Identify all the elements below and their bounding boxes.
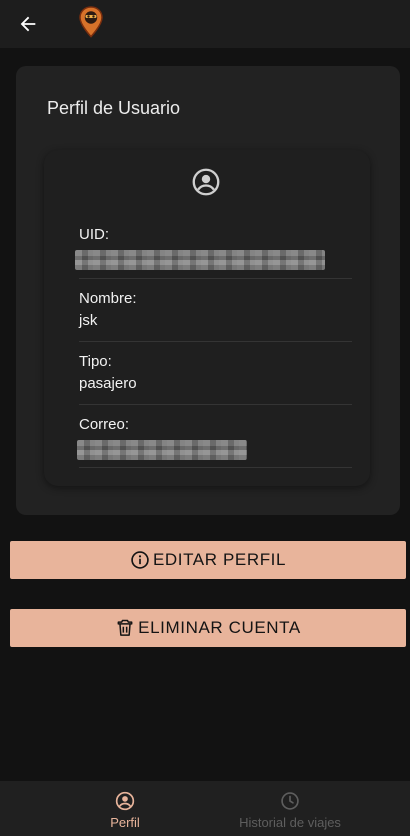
account-circle-icon (192, 168, 220, 196)
type-value: pasajero (79, 375, 137, 392)
delete-account-button[interactable]: ELIMINAR CUENTA (10, 609, 406, 647)
type-label: Tipo: (79, 353, 112, 370)
nav-label-profile: Perfil (110, 815, 140, 830)
app-logo-pin-icon (79, 6, 103, 38)
name-label: Nombre: (79, 290, 137, 307)
divider (79, 341, 352, 342)
nav-item-history[interactable]: Historial de viajes (225, 781, 355, 836)
edit-profile-label: EDITAR PERFIL (152, 550, 287, 569)
name-field: Nombre: jsk (79, 290, 352, 330)
edit-profile-button[interactable]: EDITAR PERFIL (10, 541, 406, 579)
clock-icon (281, 792, 299, 810)
uid-label: UID: (79, 226, 109, 243)
back-button[interactable] (14, 10, 42, 38)
divider (79, 404, 352, 405)
nav-item-profile[interactable]: Perfil (85, 781, 165, 836)
account-circle-icon (115, 791, 135, 811)
info-circle-icon (131, 551, 149, 569)
divider (79, 278, 352, 279)
app-bar (0, 0, 410, 48)
nav-label-history: Historial de viajes (239, 815, 341, 830)
profile-title: Perfil de Usuario (47, 98, 181, 118)
profile-card: Perfil de Usuario UID: Nombre: jsk Tipo:… (16, 66, 400, 515)
type-field: Tipo: pasajero (79, 353, 352, 393)
trash-icon (117, 619, 133, 636)
email-value-redacted (77, 440, 247, 460)
uid-field: UID: (75, 226, 352, 270)
uid-value-redacted (75, 250, 325, 270)
delete-account-label: ELIMINAR CUENTA (138, 618, 301, 637)
bottom-navigation: Perfil Historial de viajes (0, 781, 410, 836)
name-value: jsk (79, 312, 98, 329)
profile-details-panel: UID: Nombre: jsk Tipo: pasajero Correo: (44, 150, 370, 486)
email-field: Correo: (77, 416, 352, 460)
email-label: Correo: (79, 416, 130, 433)
arrow-left-icon (20, 16, 36, 32)
divider (79, 467, 352, 468)
